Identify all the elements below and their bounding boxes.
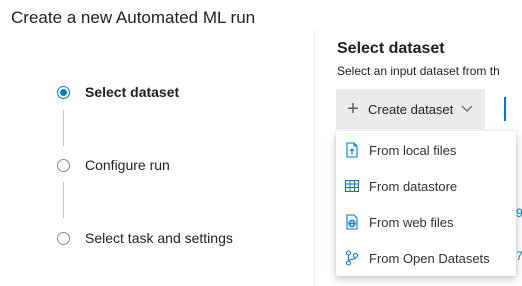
menu-item-label: From Open Datasets [369, 250, 490, 266]
step-pending-indicator-icon [57, 231, 70, 245]
step-select-task-and-settings[interactable]: Select task and settings [57, 230, 233, 246]
menu-item-label: From local files [369, 142, 457, 158]
step-connector [63, 182, 64, 218]
step-pending-indicator-icon [57, 158, 70, 172]
background-text-fragment: 7 [516, 249, 522, 263]
menu-item-from-open-datasets[interactable]: From Open Datasets [336, 240, 516, 276]
search-box-edge [504, 97, 506, 121]
menu-item-label: From datastore [369, 178, 458, 194]
step-connector [63, 110, 64, 146]
section-subtitle: Select an input dataset from th [337, 64, 500, 78]
web-file-icon [344, 214, 360, 230]
panel-divider [314, 30, 315, 286]
branch-icon [344, 250, 360, 266]
background-text-fragment: 9 [516, 206, 522, 220]
step-label: Select dataset [85, 84, 180, 100]
section-title: Select dataset [337, 40, 445, 57]
menu-item-from-web-files[interactable]: From web files [336, 204, 516, 240]
plus-icon: + [347, 98, 359, 120]
create-dataset-button[interactable]: + Create dataset [336, 89, 485, 129]
file-upload-icon [344, 142, 360, 158]
menu-item-from-local-files[interactable]: From local files [336, 132, 516, 168]
step-select-dataset[interactable]: Select dataset [57, 84, 179, 100]
step-label: Configure run [85, 157, 170, 173]
step-configure-run[interactable]: Configure run [57, 157, 170, 173]
create-dataset-menu: From local files From datastore From web… [336, 131, 516, 276]
step-active-indicator-icon [57, 85, 70, 99]
menu-item-from-datastore[interactable]: From datastore [336, 168, 516, 204]
page-title: Create a new Automated ML run [11, 8, 256, 27]
step-label: Select task and settings [85, 230, 233, 246]
create-dataset-label: Create dataset [368, 101, 454, 117]
menu-item-label: From web files [369, 214, 454, 230]
table-icon [344, 178, 360, 194]
chevron-down-icon [461, 105, 473, 113]
